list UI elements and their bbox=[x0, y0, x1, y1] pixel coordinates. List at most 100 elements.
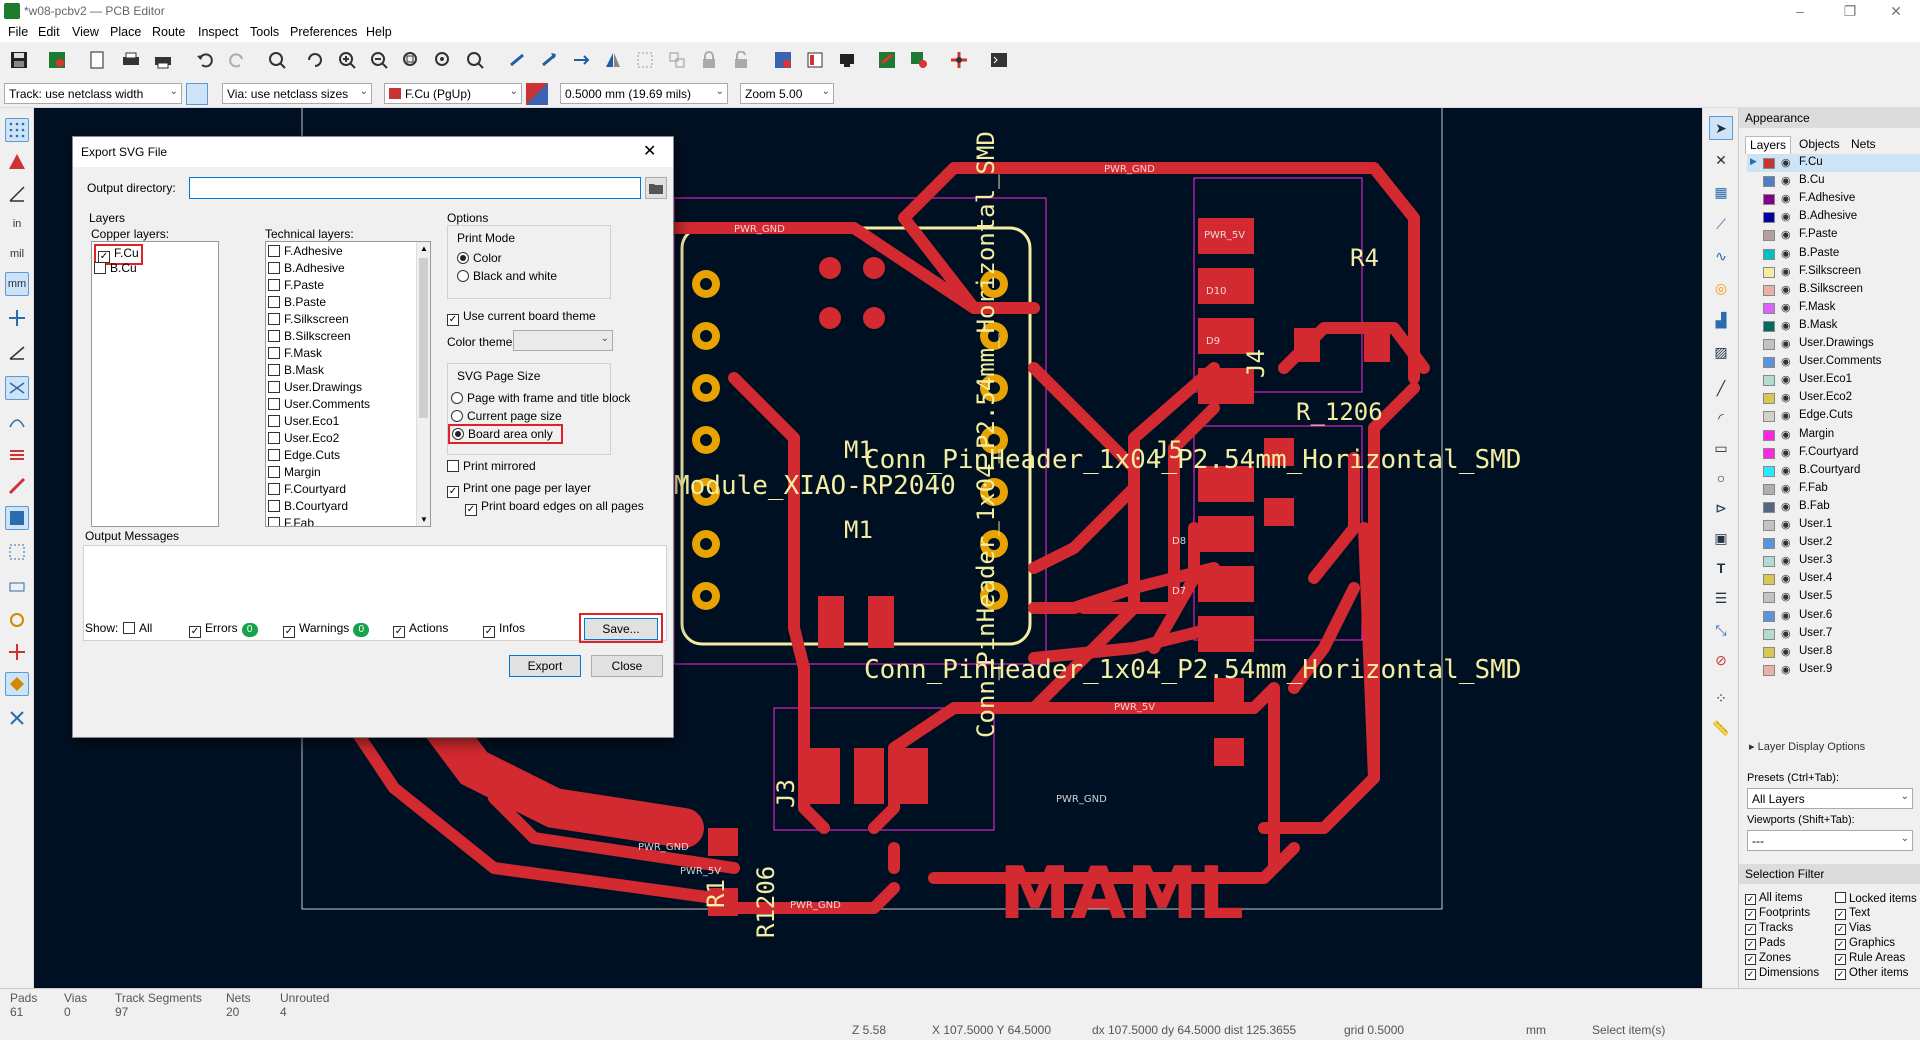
layer-select[interactable]: F.Cu (PgUp) ⌄ bbox=[384, 83, 522, 104]
layer-color-swatch[interactable] bbox=[1763, 610, 1775, 622]
layer-color-swatch[interactable] bbox=[1763, 429, 1775, 441]
bcu-checkbox[interactable] bbox=[94, 262, 106, 274]
tech-layer-item[interactable]: F.Mask bbox=[266, 346, 430, 363]
layer-color-swatch[interactable] bbox=[1763, 592, 1775, 604]
layer-row[interactable]: ◉ B.Silkscreen bbox=[1747, 281, 1920, 299]
eye-icon[interactable]: ◉ bbox=[1781, 228, 1791, 241]
page-settings-icon[interactable] bbox=[84, 47, 110, 73]
eye-icon[interactable]: ◉ bbox=[1781, 247, 1791, 260]
layer-color-swatch[interactable] bbox=[1763, 465, 1775, 477]
draw-arc-icon[interactable]: ◜ bbox=[1709, 406, 1733, 430]
selection-filter-checkbox[interactable]: ✓ bbox=[1745, 969, 1756, 980]
zoom-selection-icon[interactable] bbox=[462, 47, 488, 73]
presets-select[interactable]: All Layers ⌄ bbox=[1747, 788, 1913, 809]
technical-layers-scrollbar[interactable]: ▲ ▼ bbox=[416, 242, 430, 526]
eye-icon[interactable]: ◉ bbox=[1781, 536, 1791, 549]
layer-row[interactable]: ◉ User.5 bbox=[1747, 588, 1920, 606]
layer-row[interactable]: ◉ User.Eco2 bbox=[1747, 389, 1920, 407]
tech-layer-item[interactable]: User.Eco2 bbox=[266, 431, 430, 448]
selection-filter-checkbox[interactable]: ✓ bbox=[1745, 954, 1756, 965]
selection-filter-item[interactable]: ✓ Rule Areas bbox=[1835, 952, 1905, 968]
minimize-button[interactable]: – bbox=[1780, 2, 1820, 20]
tech-layer-checkbox[interactable] bbox=[268, 432, 280, 444]
layer-color-swatch[interactable] bbox=[1763, 646, 1775, 658]
net-highlight-icon[interactable] bbox=[5, 540, 29, 564]
layer-color-swatch[interactable] bbox=[1763, 339, 1775, 350]
eye-icon[interactable]: ◉ bbox=[1781, 156, 1791, 169]
layer-row[interactable]: ◉ F.Paste bbox=[1747, 226, 1920, 244]
eye-icon[interactable]: ◉ bbox=[1781, 391, 1791, 404]
filter-all-checkbox[interactable]: All bbox=[123, 621, 152, 635]
layer-color-swatch[interactable] bbox=[1763, 284, 1775, 296]
tech-layer-checkbox[interactable] bbox=[268, 245, 280, 257]
ungroup-icon[interactable] bbox=[664, 47, 690, 73]
tech-layer-item[interactable]: Edge.Cuts bbox=[266, 448, 430, 465]
units-mm-button[interactable]: mm bbox=[5, 272, 29, 296]
black-white-radio[interactable]: Black and white bbox=[457, 269, 557, 283]
tech-layer-item[interactable]: F.Paste bbox=[266, 278, 430, 295]
tech-layer-checkbox[interactable] bbox=[268, 330, 280, 342]
maximize-button[interactable]: ❐ bbox=[1830, 2, 1870, 20]
tech-layer-item[interactable]: B.Courtyard bbox=[266, 499, 430, 516]
footprint-text-icon[interactable] bbox=[5, 574, 29, 598]
auto-track-width-icon[interactable] bbox=[186, 83, 208, 105]
schematic-icon[interactable] bbox=[874, 47, 900, 73]
find-icon[interactable] bbox=[264, 47, 290, 73]
eye-icon[interactable]: ◉ bbox=[1781, 627, 1791, 640]
units-inch-button[interactable]: in bbox=[5, 212, 29, 236]
add-dimension-icon[interactable]: ⤡ bbox=[1709, 618, 1733, 642]
selection-filter-checkbox[interactable]: ✓ bbox=[1745, 939, 1756, 950]
eye-icon[interactable]: ◉ bbox=[1781, 174, 1791, 187]
tech-layer-checkbox[interactable] bbox=[268, 449, 280, 461]
cursor-icon[interactable] bbox=[5, 306, 29, 330]
selection-filter-item[interactable]: ✓ Dimensions bbox=[1745, 967, 1819, 983]
print-mirrored-checkbox[interactable]: Print mirrored bbox=[447, 459, 536, 473]
eye-icon[interactable]: ◉ bbox=[1781, 409, 1791, 422]
layer-row[interactable]: ◉ F.Mask bbox=[1747, 299, 1920, 317]
eye-icon[interactable]: ◉ bbox=[1781, 663, 1791, 676]
selection-filter-item[interactable]: ✓ All items bbox=[1745, 892, 1802, 908]
selection-filter-checkbox[interactable]: ✓ bbox=[1835, 954, 1846, 965]
dialog-close-icon[interactable]: ✕ bbox=[643, 141, 656, 161]
properties-icon[interactable] bbox=[5, 706, 29, 730]
layer-color-swatch[interactable] bbox=[1763, 158, 1775, 169]
menu-edit[interactable]: Edit bbox=[38, 25, 60, 39]
draw-line-icon[interactable]: ╱ bbox=[1709, 376, 1733, 400]
layer-row[interactable]: ◉ B.Fab bbox=[1747, 498, 1920, 516]
selection-filter-checkbox[interactable]: ✓ bbox=[1835, 909, 1846, 920]
tech-layer-item[interactable]: B.Mask bbox=[266, 363, 430, 380]
eye-icon[interactable]: ◉ bbox=[1781, 337, 1791, 350]
rule-area-icon[interactable]: ▨ bbox=[1709, 340, 1733, 364]
selection-filter-checkbox[interactable]: ✓ bbox=[1835, 924, 1846, 935]
layer-color-swatch[interactable] bbox=[1763, 375, 1775, 387]
tech-layer-checkbox[interactable] bbox=[268, 364, 280, 376]
tech-layer-checkbox[interactable] bbox=[268, 313, 280, 325]
tech-layer-item[interactable]: B.Paste bbox=[266, 295, 430, 312]
track-width-select[interactable]: Track: use netclass width ⌄ bbox=[4, 83, 182, 104]
measure-tool-icon[interactable]: 📏 bbox=[1709, 716, 1733, 740]
track-outline-icon[interactable] bbox=[5, 474, 29, 498]
tune-length-icon[interactable]: ∿ bbox=[1709, 244, 1733, 268]
board-edges-checkbox[interactable]: ✓ Print board edges on all pages bbox=[465, 499, 644, 516]
layer-row[interactable]: ◉ B.Courtyard bbox=[1747, 462, 1920, 480]
layer-color-swatch[interactable] bbox=[1763, 248, 1775, 260]
zoom-fit-icon[interactable] bbox=[398, 47, 424, 73]
copper-layer-fcu[interactable]: ✓ F.Cu bbox=[92, 244, 218, 265]
eye-icon[interactable]: ◉ bbox=[1781, 192, 1791, 205]
layers-manager-icon[interactable] bbox=[5, 672, 29, 696]
place-footprint-icon[interactable]: ▦ bbox=[1709, 180, 1733, 204]
draw-circle-icon[interactable]: ○ bbox=[1709, 466, 1733, 490]
board-area-radio[interactable]: Board area only bbox=[448, 424, 563, 444]
tech-layer-item[interactable]: F.Fab bbox=[266, 516, 430, 526]
polar-coords-icon[interactable] bbox=[5, 182, 29, 206]
tech-layer-checkbox[interactable] bbox=[268, 398, 280, 410]
eye-icon[interactable]: ◉ bbox=[1781, 645, 1791, 658]
export-button[interactable]: Export bbox=[509, 655, 581, 677]
eye-icon[interactable]: ◉ bbox=[1781, 210, 1791, 223]
route-track-icon[interactable]: ⟋ bbox=[1709, 212, 1733, 236]
add-via-icon[interactable]: ◎ bbox=[1709, 276, 1733, 300]
viewports-select[interactable]: --- ⌄ bbox=[1747, 830, 1913, 851]
layer-row[interactable]: ◉ B.Adhesive bbox=[1747, 208, 1920, 226]
menu-inspect[interactable]: Inspect bbox=[198, 25, 238, 39]
layer-row[interactable]: ◉ User.3 bbox=[1747, 552, 1920, 570]
